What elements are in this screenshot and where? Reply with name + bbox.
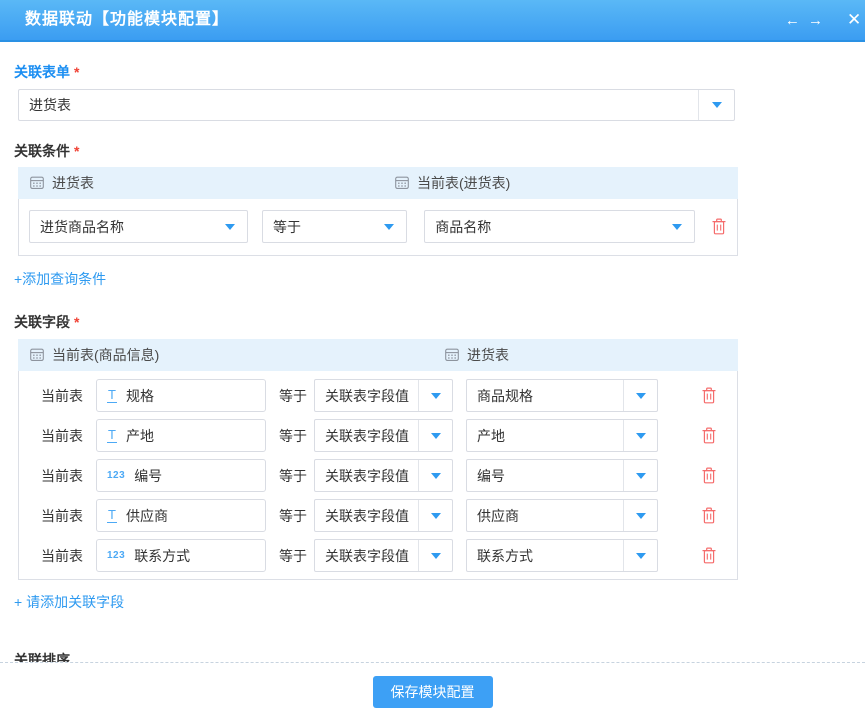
current-table-label: 当前表 [41,386,96,406]
target-field-select[interactable]: 供应商 [466,499,658,532]
related-form-select[interactable]: 进货表 [18,89,735,121]
related-fields-label: 关联字段* [14,312,865,332]
dialog-title: 数据联动【功能模块配置】 [25,0,229,40]
current-field-box[interactable]: T 产地 [96,419,266,452]
current-table-label: 当前表 [41,546,96,566]
chevron-down-icon[interactable] [418,460,452,491]
condition-right-field-select[interactable]: 商品名称 [424,210,695,243]
current-field-box[interactable]: T 规格 [96,379,266,412]
field-name: 联系方式 [134,546,190,566]
field-mapping-row: 当前表 T 供应商 等于 关联表字段值 供应商 [19,499,737,532]
delete-field-row-icon[interactable] [701,387,717,404]
chevron-down-icon[interactable] [623,500,657,531]
current-field-box[interactable]: T 供应商 [96,499,266,532]
delete-condition-icon[interactable] [711,218,727,235]
operator-label: 等于 [279,426,308,446]
chevron-down-icon[interactable] [623,540,657,571]
current-field-box[interactable]: 123 编号 [96,459,266,492]
value-source-select[interactable]: 关联表字段值 [314,539,453,572]
current-table-label: 当前表 [41,466,96,486]
target-field-select[interactable]: 商品规格 [466,379,658,412]
target-field-select[interactable]: 联系方式 [466,539,658,572]
add-condition-link[interactable]: +添加查询条件 [14,269,106,289]
chevron-down-icon[interactable] [623,460,657,491]
chevron-down-icon[interactable] [660,211,694,242]
target-field-select[interactable]: 产地 [466,419,658,452]
condition-left-field-select[interactable]: 进货商品名称 [29,210,248,243]
close-icon[interactable]: ✕ [847,10,865,30]
conditions-left-table-column: 进货表 [30,173,395,193]
chevron-down-icon[interactable] [623,420,657,451]
form-icon [30,176,44,190]
fields-left-table-column: 当前表(商品信息) [30,345,445,365]
field-name: 规格 [126,386,154,406]
fields-right-table-column: 进货表 [445,345,509,365]
required-mark: * [74,314,79,330]
fields-table: 当前表(商品信息) 进货表 当前表 T 规格 等于 关联表字 [18,339,738,580]
value-source-select[interactable]: 关联表字段值 [314,419,453,452]
delete-field-row-icon[interactable] [701,507,717,524]
number-type-icon: 123 [107,470,125,481]
related-form-label: 关联表单* [14,62,865,82]
current-table-label: 当前表 [41,506,96,526]
delete-field-row-icon[interactable] [701,547,717,564]
field-mapping-row: 当前表 123 编号 等于 关联表字段值 编号 [19,459,737,492]
operator-label: 等于 [279,506,308,526]
condition-row: 进货商品名称 等于 商品名称 [29,210,727,243]
delete-field-row-icon[interactable] [701,467,717,484]
dialog-footer: 保存模块配置 [0,662,865,714]
required-mark: * [74,64,79,80]
save-module-config-button[interactable]: 保存模块配置 [373,676,493,708]
target-field-select[interactable]: 编号 [466,459,658,492]
required-mark: * [74,143,79,159]
add-field-mapping-link[interactable]: + 请添加关联字段 [14,592,124,612]
text-type-icon: T [107,508,117,523]
operator-label: 等于 [279,386,308,406]
field-name: 产地 [126,426,154,446]
form-icon [445,348,459,362]
conditions-table-header: 进货表 当前表(进货表) [18,167,738,199]
field-mapping-row: 当前表 T 规格 等于 关联表字段值 商品规格 [19,379,737,412]
operator-label: 等于 [279,466,308,486]
resize-arrows-icon[interactable]: ← → [785,12,825,29]
fields-table-body: 当前表 T 规格 等于 关联表字段值 商品规格 [18,371,738,580]
number-type-icon: 123 [107,550,125,561]
chevron-down-icon[interactable] [418,380,452,411]
field-name: 供应商 [126,506,168,526]
text-type-icon: T [107,428,117,443]
text-type-icon: T [107,388,117,403]
field-mapping-row: 当前表 T 产地 等于 关联表字段值 产地 [19,419,737,452]
value-source-select[interactable]: 关联表字段值 [314,379,453,412]
related-form-select-value: 进货表 [19,95,698,115]
form-icon [395,176,409,190]
conditions-right-table-column: 当前表(进货表) [395,173,510,193]
value-source-select[interactable]: 关联表字段值 [314,499,453,532]
field-name: 编号 [134,466,162,486]
form-icon [30,348,44,362]
related-sort-label: 关联排序 [14,650,865,662]
delete-field-row-icon[interactable] [701,427,717,444]
current-table-label: 当前表 [41,426,96,446]
conditions-table: 进货表 当前表(进货表) 进货商品名称 等于 [18,167,738,256]
dialog-titlebar: 数据联动【功能模块配置】 ← → ✕ [0,0,865,42]
conditions-table-body: 进货商品名称 等于 商品名称 [18,199,738,256]
chevron-down-icon[interactable] [623,380,657,411]
current-field-box[interactable]: 123 联系方式 [96,539,266,572]
chevron-down-icon[interactable] [698,90,734,120]
fields-table-header: 当前表(商品信息) 进货表 [18,339,738,371]
chevron-down-icon[interactable] [418,500,452,531]
condition-operator-select[interactable]: 等于 [262,210,407,243]
data-linkage-config-dialog: 数据联动【功能模块配置】 ← → ✕ 关联表单* 进货表 关联条件* 进货表 [0,0,865,714]
chevron-down-icon[interactable] [418,540,452,571]
related-conditions-label: 关联条件* [14,141,865,161]
operator-label: 等于 [279,546,308,566]
value-source-select[interactable]: 关联表字段值 [314,459,453,492]
dialog-content: 关联表单* 进货表 关联条件* 进货表 当前表(进货表) [0,42,865,662]
chevron-down-icon[interactable] [418,420,452,451]
chevron-down-icon[interactable] [372,211,406,242]
chevron-down-icon[interactable] [213,211,247,242]
field-mapping-row: 当前表 123 联系方式 等于 关联表字段值 联系方式 [19,539,737,572]
